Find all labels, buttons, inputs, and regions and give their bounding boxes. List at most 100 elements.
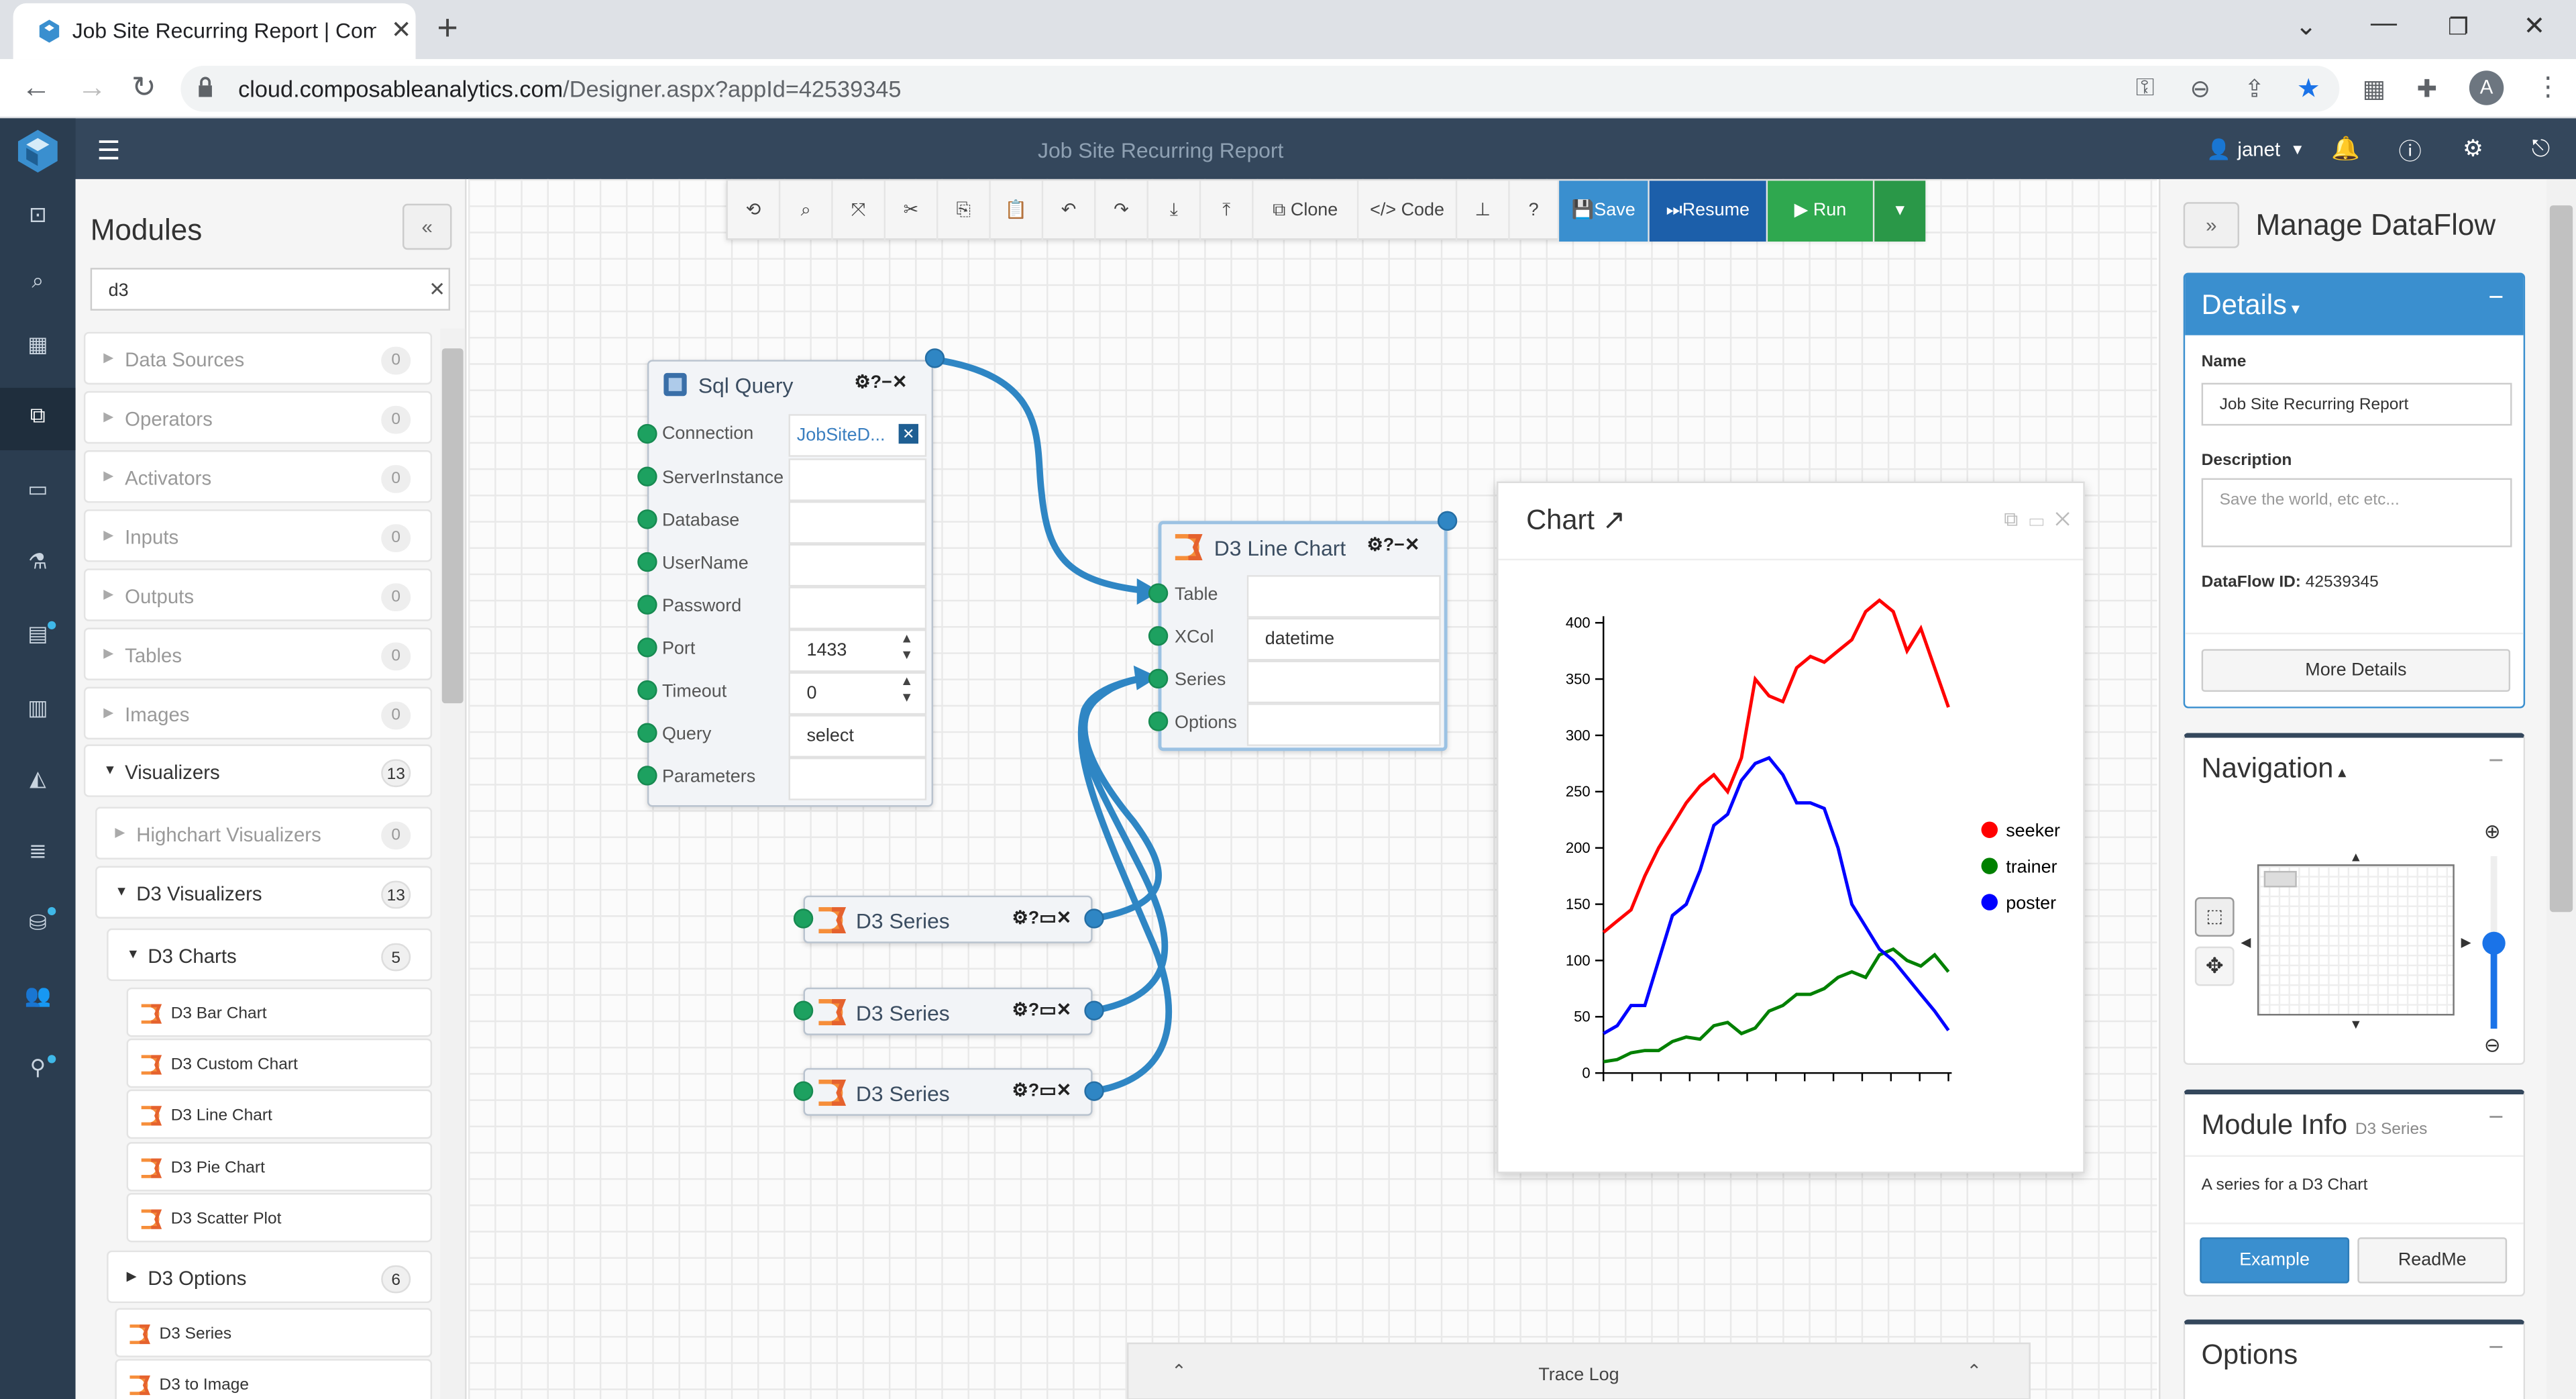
bookmark-star-icon[interactable]: ★ xyxy=(2297,72,2320,105)
module-d3-bar-chart[interactable]: D3 Bar Chart xyxy=(126,987,433,1037)
user-menu[interactable]: 👤 janet ▼ xyxy=(2206,138,2305,161)
share-icon[interactable]: ⇪ xyxy=(2244,74,2265,104)
upload-button[interactable]: ⤒ xyxy=(1201,180,1254,242)
node-controls[interactable]: ⚙?−✕ xyxy=(1367,534,1420,555)
key-icon[interactable]: ⚿ xyxy=(2136,74,2155,102)
d3-series-node[interactable]: D3 Series ⚙?▭✕ xyxy=(803,1068,1093,1116)
description-input[interactable]: Save the world, etc etc... xyxy=(2201,478,2512,548)
node-controls[interactable]: ⚙?−✕ xyxy=(854,371,907,393)
browser-tab[interactable]: Job Site Recurring Report | Comp ✕ xyxy=(13,3,416,60)
d3-series-node[interactable]: D3 Series ⚙?▭✕ xyxy=(803,987,1093,1035)
d3-line-chart-node[interactable]: D3 Line Chart ⚙?−✕ Table XCol datetime Se… xyxy=(1158,521,1448,752)
options-header[interactable]: Options − xyxy=(2185,1325,2523,1386)
category-activators[interactable]: ▶ Activators 0 xyxy=(83,450,433,503)
pan-right-icon[interactable]: ▶ xyxy=(2461,935,2471,949)
category-images[interactable]: ▶ Images 0 xyxy=(83,686,433,740)
table-input[interactable] xyxy=(1246,575,1441,618)
pan-down-icon[interactable]: ▼ xyxy=(2349,1017,2362,1032)
d3-series-node[interactable]: D3 Series ⚙?▭✕ xyxy=(803,895,1093,943)
category-d3-visualizers[interactable]: ▼ D3 Visualizers 13 xyxy=(95,866,433,919)
users-icon[interactable]: 👥 xyxy=(21,983,54,1016)
minimize-icon[interactable]: − xyxy=(2488,284,2504,314)
paste-button[interactable]: 📋 xyxy=(991,180,1044,242)
database-input[interactable] xyxy=(788,501,927,544)
chart-window[interactable]: Chart ↗ ⧉ ▭ ✕ 0 50 100 150 200 250 300 350 400 se… xyxy=(1497,481,2085,1174)
bell-icon[interactable]: 🔔 xyxy=(2331,135,2360,163)
input-port[interactable] xyxy=(637,594,657,615)
serverinstance-input[interactable] xyxy=(788,458,927,501)
composable-logo-icon[interactable] xyxy=(16,128,59,174)
pan-left-icon[interactable]: ◀ xyxy=(2241,935,2251,949)
node-controls[interactable]: ⚙?▭✕ xyxy=(1012,907,1072,928)
details-header[interactable]: Details ▾ − xyxy=(2185,274,2524,335)
pan-up-icon[interactable]: ▲ xyxy=(2349,849,2362,864)
output-port[interactable] xyxy=(1437,511,1458,531)
input-port[interactable] xyxy=(793,909,814,929)
module-d3-scatter-plot[interactable]: D3 Scatter Plot xyxy=(126,1192,433,1243)
category-tables[interactable]: ▶ Tables 0 xyxy=(83,627,433,680)
category-d3-options[interactable]: ▶ D3 Options 6 xyxy=(107,1250,433,1304)
expand-up-icon[interactable]: ⌃ xyxy=(1966,1361,1982,1382)
cut-button[interactable]: ✂ xyxy=(885,180,938,242)
input-port[interactable] xyxy=(1148,668,1169,689)
right-scroll-thumb[interactable] xyxy=(2549,205,2573,913)
search-icon[interactable]: ⌕ xyxy=(21,268,54,301)
zoom-icon[interactable]: ⊖ xyxy=(2190,74,2211,104)
category-visualizers[interactable]: ▼ Visualizers 13 xyxy=(83,744,433,797)
input-port[interactable] xyxy=(1148,583,1169,603)
output-port[interactable] xyxy=(1084,1081,1104,1101)
bar-chart-icon[interactable]: ▥ xyxy=(21,695,54,728)
code-button[interactable]: </> Code xyxy=(1358,180,1458,242)
monitor-icon[interactable]: ▭ xyxy=(21,476,54,509)
database-icon[interactable]: ⛁ xyxy=(21,911,54,943)
readme-button[interactable]: ReadMe xyxy=(2357,1237,2508,1284)
settings-cogs-icon[interactable]: ⚙ xyxy=(2463,135,2483,163)
category-outputs[interactable]: ▶ Outputs 0 xyxy=(83,568,433,621)
sql-query-node[interactable]: Sql Query ⚙?−✕ Connection JobSiteD... Ser… xyxy=(647,360,934,807)
run-button[interactable]: ▶ Run xyxy=(1768,180,1875,242)
input-port[interactable] xyxy=(637,552,657,572)
puzzle-icon[interactable]: ✚ xyxy=(2416,74,2437,104)
name-input[interactable]: Job Site Recurring Report xyxy=(2201,382,2512,426)
options-input[interactable] xyxy=(1246,703,1441,746)
address-bar[interactable]: cloud.composableanalytics.com/Designer.a… xyxy=(180,65,2340,112)
category-data-sources[interactable]: ▶ Data Sources 0 xyxy=(83,331,433,385)
minimize-icon[interactable]: − xyxy=(2488,1104,2504,1134)
module-d3-custom-chart[interactable]: D3 Custom Chart xyxy=(126,1038,433,1088)
history-button[interactable]: ⟲ xyxy=(728,180,781,242)
area-chart-icon[interactable]: ◭ xyxy=(21,766,54,798)
navigation-header[interactable]: Navigation ▴ − xyxy=(2185,738,2523,799)
zoom-slider-handle[interactable] xyxy=(2482,931,2506,955)
pan-tool-icon[interactable]: ✥ xyxy=(2194,946,2235,986)
copy-button[interactable]: ⎘ xyxy=(938,180,991,242)
browser-menu-icon[interactable]: ⋮ xyxy=(2535,70,2561,103)
query-input[interactable]: select xyxy=(788,715,927,758)
redo-button[interactable]: ↷ xyxy=(1095,180,1148,242)
port-spinner[interactable]: ▲ ▼ xyxy=(900,631,913,664)
reload-icon[interactable]: ↻ xyxy=(131,70,156,105)
minimap[interactable] xyxy=(2257,864,2455,1016)
zoom-in-icon[interactable]: ⊕ xyxy=(2484,820,2501,843)
info-icon[interactable]: ⓘ xyxy=(2399,135,2422,168)
module-d3-pie-chart[interactable]: D3 Pie Chart xyxy=(126,1142,433,1192)
save-button[interactable]: 💾Save xyxy=(1559,180,1650,242)
output-port[interactable] xyxy=(924,348,945,368)
input-port[interactable] xyxy=(637,637,657,658)
category-highchart-visualizers[interactable]: ▶ Highchart Visualizers 0 xyxy=(95,807,433,860)
resume-button[interactable]: ⏭Resume xyxy=(1649,180,1768,242)
node-controls[interactable]: ⚙?▭✕ xyxy=(1012,999,1072,1020)
input-port[interactable] xyxy=(793,1000,814,1021)
zoom-out-icon[interactable]: ⊖ xyxy=(2484,1033,2501,1056)
clear-connection-icon[interactable]: ✕ xyxy=(898,423,918,444)
clear-search-icon[interactable]: ✕ xyxy=(429,278,445,301)
category-operators[interactable]: ▶ Operators 0 xyxy=(83,391,433,444)
input-port[interactable] xyxy=(637,766,657,786)
input-port[interactable] xyxy=(637,509,657,529)
node-controls[interactable]: ⚙?▭✕ xyxy=(1012,1080,1072,1100)
module-d3-line-chart[interactable]: D3 Line Chart xyxy=(126,1089,433,1139)
module-d3-to-image[interactable]: D3 to Image xyxy=(115,1359,433,1399)
minimize-icon[interactable]: − xyxy=(2488,747,2504,777)
new-tab-icon[interactable]: + xyxy=(437,7,458,50)
select-tool-button[interactable]: ⬚ xyxy=(2194,897,2235,937)
download-button[interactable]: ⤓ xyxy=(1148,180,1201,242)
